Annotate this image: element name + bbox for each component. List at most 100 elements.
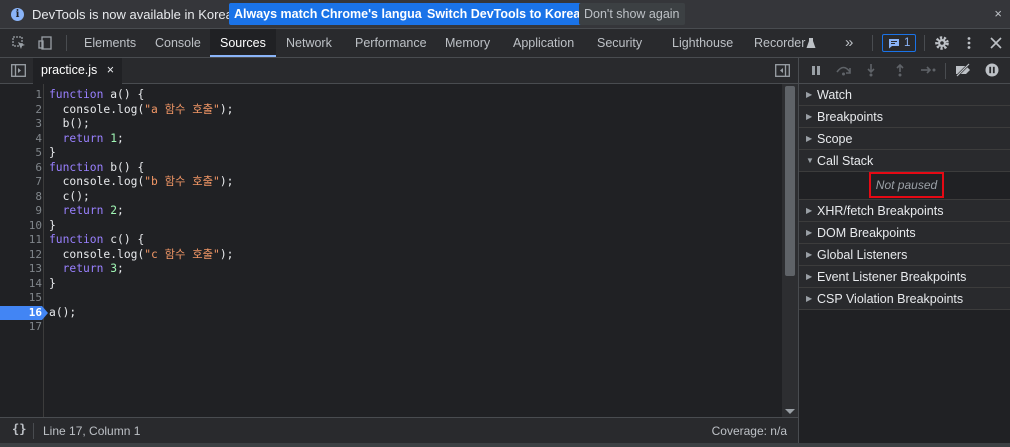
code-line[interactable]: console.log("b 함수 호출"); [49,175,234,190]
settings-gear-icon[interactable] [934,35,950,51]
tab-lighthouse[interactable]: Lighthouse [662,29,743,57]
expand-icon: ▶ [806,250,813,259]
tab-performance[interactable]: Performance [345,29,437,57]
editor-scrollbar[interactable] [782,84,798,417]
line-number-gutter[interactable]: 1 2 3 4 5 6 7 8 9 10 11 12 13 14 15 16 17 [0,84,48,417]
line-number[interactable]: 11 [0,233,42,248]
tab-elements[interactable]: Elements [74,29,146,57]
line-number[interactable]: 4 [0,132,42,147]
expand-icon: ▶ [806,228,813,237]
line-number[interactable]: 10 [0,219,42,234]
dont-show-again-button[interactable]: Don't show again [579,3,685,25]
scope-section-header[interactable]: ▶ Scope [799,128,1010,150]
line-number[interactable]: 14 [0,277,42,292]
line-number[interactable]: 5 [0,146,42,161]
code-keyword-token: return [62,204,104,217]
tab-console[interactable]: Console [145,29,211,57]
toggle-navigator-icon[interactable] [11,64,26,77]
code-line[interactable]: console.log("a 함수 호출"); [49,102,234,118]
line-number[interactable]: 1 [0,88,42,103]
more-tabs-button[interactable]: » [845,34,853,51]
line-number[interactable]: 9 [0,204,42,219]
breakpoints-label: Breakpoints [817,110,884,124]
code-editor[interactable]: 1 2 3 4 5 6 7 8 9 10 11 12 13 14 15 16 17 function a() {… [0,84,798,417]
code-keyword-token: function [49,88,104,101]
device-toolbar-icon[interactable] [38,36,52,50]
event-listener-breakpoints-section-header[interactable]: ▶ Event Listener Breakpoints [799,266,1010,288]
code-line[interactable]: } [49,277,56,292]
code-line[interactable]: b(); [49,117,90,132]
csp-violation-breakpoints-section-header[interactable]: ▶ CSP Violation Breakpoints [799,288,1010,310]
code-keyword-token: function [49,160,104,174]
code-line[interactable]: function c() { [49,233,144,248]
debugger-sidebar: ▶ Watch ▶ Breakpoints ▶ Scope ▼ Call Sta… [798,58,1010,447]
code-line[interactable]: } [49,146,56,161]
line-number[interactable]: 6 [0,161,42,176]
tab-security[interactable]: Security [587,29,652,57]
line-number[interactable]: 7 [0,175,42,190]
code-line[interactable]: c(); [49,190,90,205]
message-icon [889,39,899,49]
tab-sources[interactable]: Sources [210,29,276,57]
switch-to-korean-button[interactable]: Switch DevTools to Korean [422,3,593,25]
pause-icon[interactable] [811,65,821,76]
call-stack-section-header[interactable]: ▼ Call Stack [799,150,1010,172]
inspect-element-icon[interactable] [12,36,26,50]
scroll-down-arrow-icon[interactable] [785,409,795,414]
tab-network[interactable]: Network [276,29,342,57]
issues-counter-button[interactable]: 1 [882,34,916,52]
code-token: log [117,175,138,188]
global-listeners-section-header[interactable]: ▶ Global Listeners [799,244,1010,266]
code-line[interactable]: function a() { [49,88,144,103]
window-bottom-border [0,443,1010,447]
file-tab-close-icon[interactable]: × [107,63,114,77]
line-number[interactable]: 13 [0,262,42,277]
code-token: ; [117,131,124,145]
watch-section-header[interactable]: ▶ Watch [799,84,1010,106]
pause-on-exceptions-icon[interactable] [985,63,999,77]
line-number[interactable]: 15 [0,291,42,306]
code-line[interactable]: a(); [49,306,76,321]
coverage-status[interactable]: Coverage: n/a [712,424,787,438]
always-match-language-button[interactable]: Always match Chrome's language [229,3,442,25]
line-number[interactable]: 17 [0,320,42,335]
code-token: () { [117,88,145,101]
xhr-breakpoints-section-header[interactable]: ▶ XHR/fetch Breakpoints [799,200,1010,222]
collapse-icon: ▼ [806,156,814,165]
infobar-close-icon[interactable]: × [994,6,1002,21]
step-over-icon[interactable] [835,64,852,76]
kebab-menu-icon[interactable] [966,36,972,50]
expand-icon: ▶ [806,294,813,303]
line-number[interactable]: 8 [0,190,42,205]
line-number[interactable]: 12 [0,248,42,263]
code-line[interactable]: function b() { [49,161,144,176]
code-line[interactable]: console.log("c 함수 호출"); [49,248,234,263]
code-line[interactable]: return 1; [49,132,124,147]
code-token: a [49,305,56,319]
close-devtools-icon[interactable] [990,37,1002,49]
breakpoints-section-header[interactable]: ▶ Breakpoints [799,106,1010,128]
breakpoint-line-number[interactable]: 16 [0,305,48,320]
file-tab-practice-js[interactable]: practice.js × [33,58,123,84]
code-line[interactable]: } [49,219,56,234]
tab-memory[interactable]: Memory [435,29,500,57]
step-icon[interactable] [920,65,936,75]
line-number[interactable]: 3 [0,117,42,132]
code-line[interactable]: return 2; [49,204,124,219]
pretty-print-button[interactable]: {} [12,422,26,436]
toggle-debugger-icon[interactable] [775,64,790,77]
code-token: console [62,102,111,116]
scrollbar-thumb[interactable] [785,86,795,276]
infobar-message: DevTools is now available in Korean! [32,7,244,22]
tab-application[interactable]: Application [503,29,584,57]
tab-recorder[interactable]: Recorder [744,29,815,57]
language-infobar: i DevTools is now available in Korean! A… [0,0,1010,29]
dom-breakpoints-section-header[interactable]: ▶ DOM Breakpoints [799,222,1010,244]
line-number[interactable]: 2 [0,103,42,118]
code-token: (); [69,117,90,130]
deactivate-breakpoints-icon[interactable] [954,63,972,77]
step-into-icon[interactable] [866,63,876,77]
code-line[interactable]: return 3; [49,262,124,277]
step-out-icon[interactable] [895,63,905,77]
